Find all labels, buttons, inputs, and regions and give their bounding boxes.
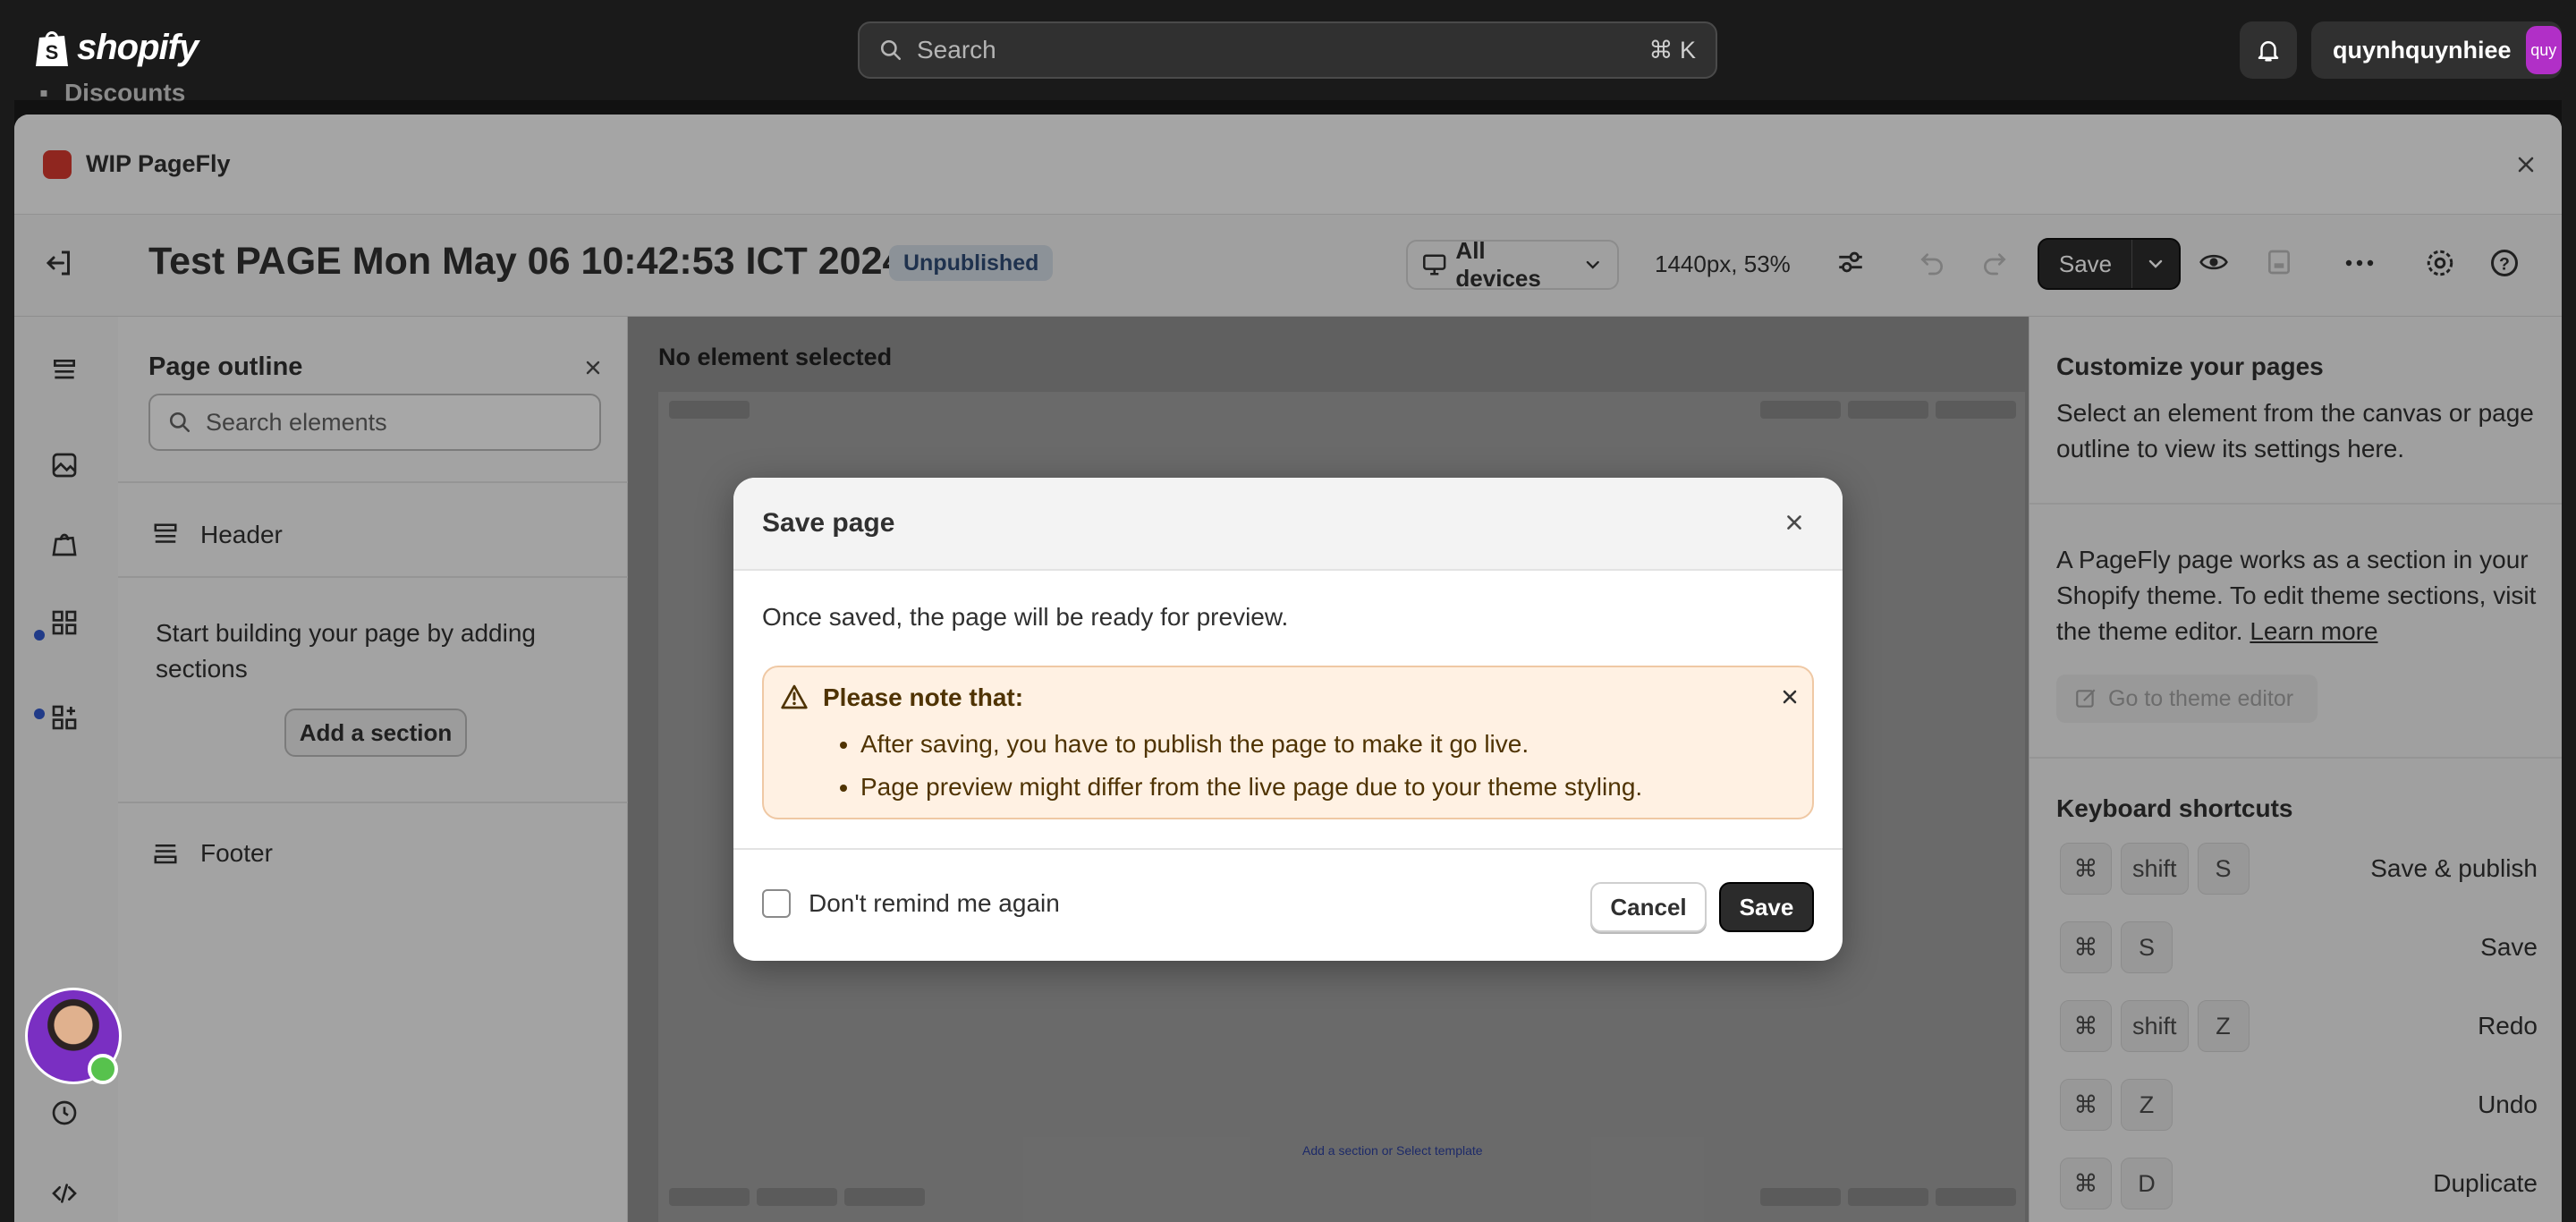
save-page-dialog: Save page Once saved, the page will be r… [733, 478, 1843, 961]
close-icon [1783, 690, 1797, 704]
dialog-body-text: Once saved, the page will be ready for p… [762, 603, 1289, 631]
search-placeholder: Search [917, 36, 996, 64]
search-shortcut: ⌘ K [1648, 36, 1696, 64]
search-icon [880, 39, 902, 61]
warning-title: Please note that: [823, 683, 1024, 711]
warning-banner: Please note that: After saving, you have… [762, 666, 1814, 819]
user-menu-button[interactable]: quynhquynhiee quy [2311, 21, 2562, 79]
shopify-logo-text: shopify [77, 27, 199, 67]
save-button[interactable]: Save [1719, 882, 1814, 932]
online-status-dot [88, 1054, 118, 1084]
shopify-logo[interactable]: S shopify [34, 27, 199, 68]
dialog-header [733, 478, 1843, 571]
dont-remind-label: Don't remind me again [809, 889, 1060, 917]
global-search-input[interactable]: Search ⌘ K [858, 21, 1717, 79]
shopify-bag-icon: S [36, 31, 68, 66]
dont-remind-option[interactable]: Don't remind me again [762, 889, 1060, 918]
warning-icon [780, 683, 809, 710]
warning-item: Page preview might differ from the live … [860, 766, 1642, 809]
cancel-button[interactable]: Cancel [1590, 882, 1707, 932]
warning-dismiss-button[interactable] [1780, 687, 1800, 707]
divider [733, 848, 1843, 850]
close-icon [1787, 515, 1801, 530]
notifications-button[interactable] [2240, 21, 2297, 79]
dialog-title: Save page [762, 508, 895, 538]
svg-text:S: S [46, 41, 59, 64]
dont-remind-checkbox[interactable] [762, 889, 791, 918]
bell-icon [2258, 41, 2279, 62]
warning-item: After saving, you have to publish the pa… [860, 723, 1642, 766]
warning-list: After saving, you have to publish the pa… [860, 723, 1642, 809]
dialog-close-button[interactable] [1784, 512, 1805, 533]
user-name: quynhquynhiee [2333, 36, 2512, 64]
user-avatar: quy [2525, 26, 2562, 74]
